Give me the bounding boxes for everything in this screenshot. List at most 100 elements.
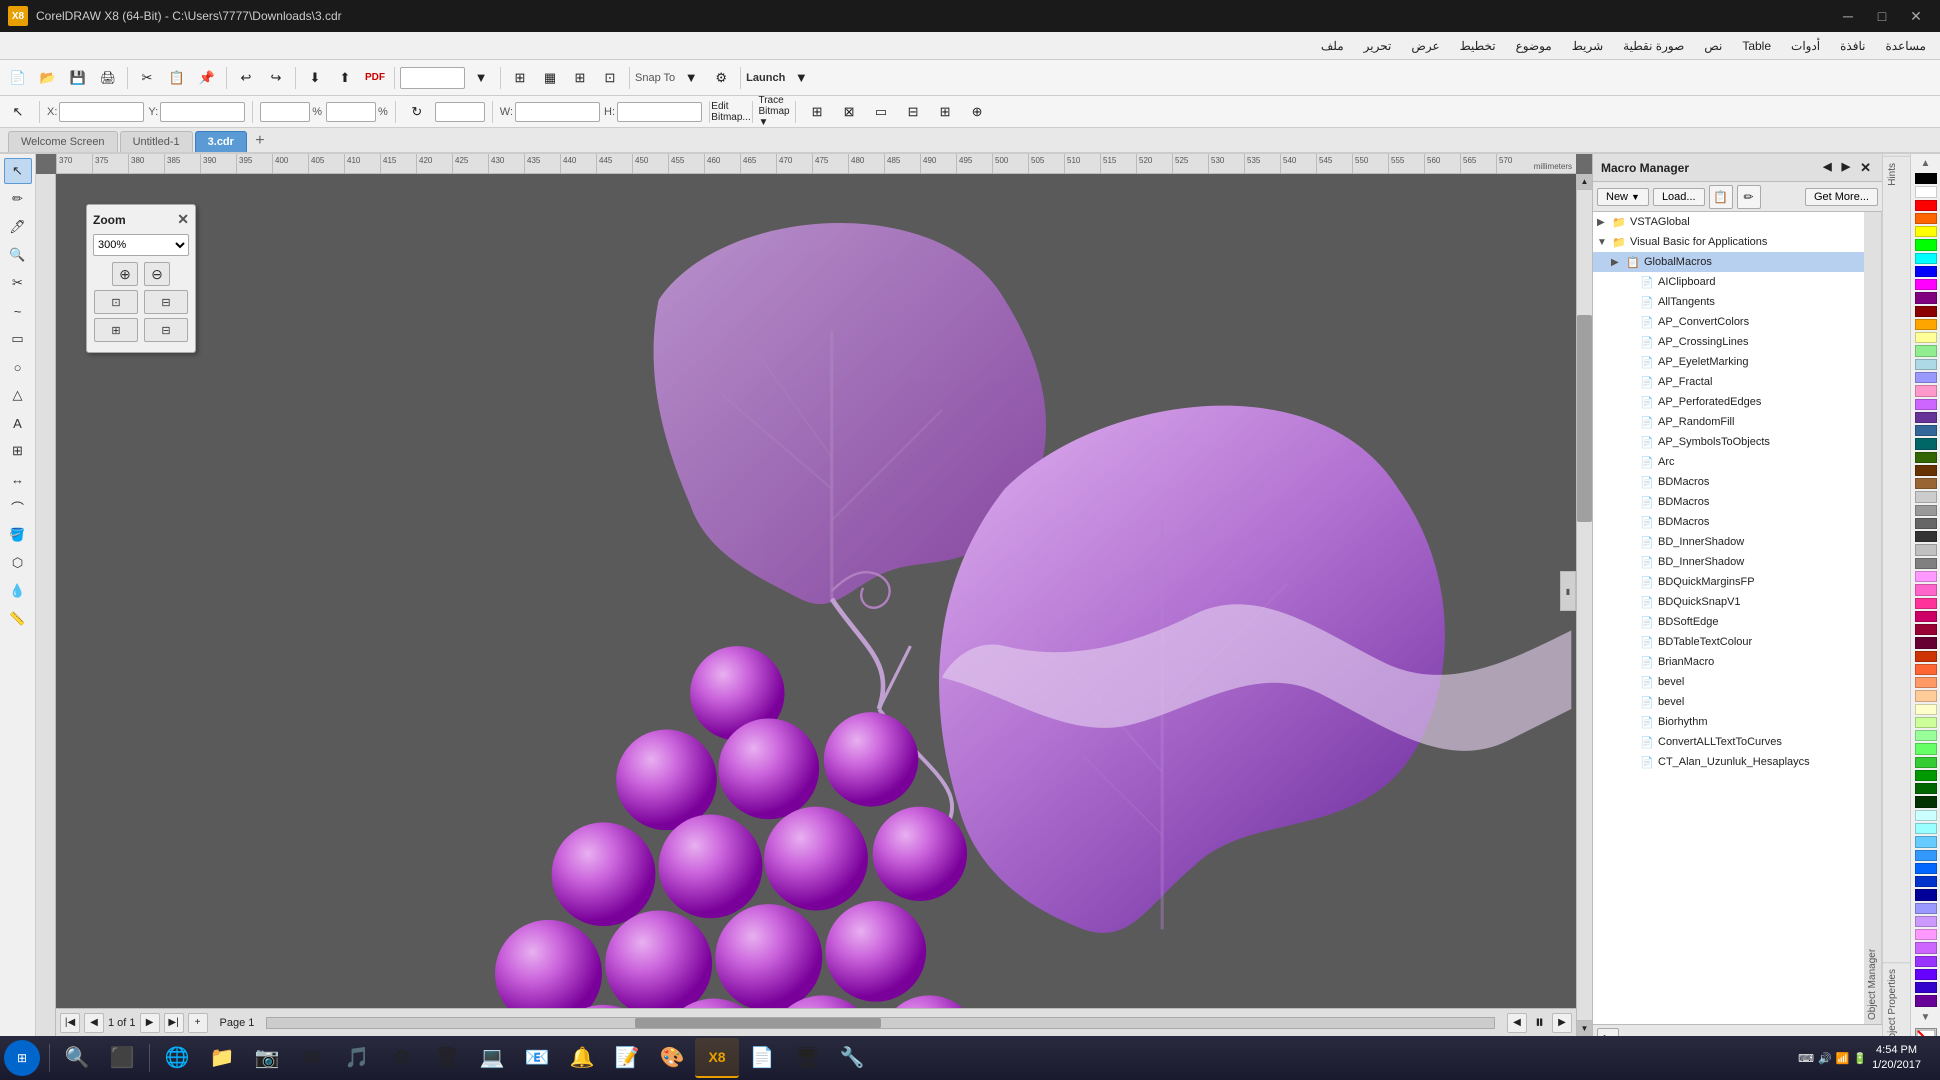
color-swatch[interactable] (1915, 584, 1937, 595)
freehand-tool[interactable]: ✏ (4, 186, 32, 212)
table-tool[interactable]: ⊞ (4, 438, 32, 464)
macro-copy-btn[interactable]: 📋 (1709, 185, 1733, 209)
taskbar-app9[interactable]: 📧 (515, 1038, 559, 1078)
macro-tree[interactable]: ▶📁VSTAGlobal▼📁Visual Basic for Applicati… (1593, 212, 1864, 1024)
zoom-in-btn[interactable]: ⊕ (112, 262, 138, 286)
tree-item[interactable]: 📄BDMacros (1593, 492, 1864, 512)
ellipse-tool[interactable]: ○ (4, 354, 32, 380)
full-screen-btn[interactable]: ⊞ (506, 65, 534, 91)
color-swatch[interactable] (1915, 213, 1937, 224)
color-swatch[interactable] (1915, 810, 1937, 821)
zoom-select[interactable]: 100%200%300%400%500%800%Fit PageFit Widt… (93, 234, 189, 256)
scroll-down-btn[interactable]: ▼ (1577, 1020, 1592, 1036)
tree-item[interactable]: 📄CT_Alan_Uzunluk_Hesaplaycs (1593, 752, 1864, 772)
export-button[interactable]: ⬆ (331, 65, 359, 91)
taskbar-ie[interactable]: 🌐 (155, 1038, 199, 1078)
taskbar-app14[interactable]: 🖥 (785, 1038, 829, 1078)
color-swatch[interactable] (1915, 637, 1937, 648)
color-swatch[interactable] (1915, 253, 1937, 264)
pct2-input[interactable]: 100.0 (326, 102, 376, 122)
color-swatch[interactable] (1915, 863, 1937, 874)
color-swatch[interactable] (1915, 359, 1937, 370)
canvas-area[interactable]: 3703753803853903954004054104154204254304… (36, 154, 1592, 1052)
color-swatch[interactable] (1915, 743, 1937, 754)
eyedropper-tool[interactable]: 💧 (4, 578, 32, 604)
macro-edit-btn[interactable]: ✏ (1737, 185, 1761, 209)
print-button[interactable]: 🖨 (94, 65, 122, 91)
taskbar-clock[interactable]: 4:54 PM 1/20/2017 (1872, 1043, 1929, 1074)
color-swatch[interactable] (1915, 399, 1937, 410)
tree-item[interactable]: 📄AP_PerforatedEdges (1593, 392, 1864, 412)
minimize-button[interactable]: ─ (1832, 2, 1864, 30)
macro-close-btn[interactable]: ✕ (1857, 160, 1874, 176)
tree-item[interactable]: ▶📁VSTAGlobal (1593, 212, 1864, 232)
poly-tool[interactable]: △ (4, 382, 32, 408)
color-swatch[interactable] (1915, 611, 1937, 622)
color-swatch[interactable] (1915, 903, 1937, 914)
menu-help[interactable]: مساعدة (1875, 35, 1936, 57)
outline-tool[interactable]: 📏 (4, 606, 32, 632)
palette-scroll-up[interactable]: ▲ (1916, 154, 1936, 172)
object-manager-label[interactable]: Object Manager (1864, 212, 1882, 1024)
color-swatch[interactable] (1915, 438, 1937, 449)
undo-button[interactable]: ↩ (232, 65, 260, 91)
color-swatch[interactable] (1915, 876, 1937, 887)
redo-button[interactable]: ↪ (262, 65, 290, 91)
color-swatch[interactable] (1915, 969, 1937, 980)
taskbar-app7[interactable]: 🗑 (425, 1038, 469, 1078)
zoom-fit-width-btn[interactable]: ⊟ (144, 290, 188, 314)
menu-tools[interactable]: أدوات (1781, 35, 1830, 57)
macro-get-more-btn[interactable]: Get More... (1805, 188, 1878, 206)
color-swatch[interactable] (1915, 292, 1937, 303)
mask-btn[interactable]: ▭ (867, 99, 895, 125)
scroll-left-btn[interactable]: ◀ (1507, 1013, 1527, 1033)
x-input[interactable]: 704.722 mm (59, 102, 144, 122)
obj-btn[interactable]: ⊟ (899, 99, 927, 125)
tree-item[interactable]: 📄AIClipboard (1593, 272, 1864, 292)
menu-edit[interactable]: تحرير (1354, 35, 1402, 57)
connector-tool[interactable]: ⌒ (4, 494, 32, 520)
taskbar-app15[interactable]: 🔧 (830, 1038, 874, 1078)
menu-file[interactable]: ملف (1311, 35, 1354, 57)
tree-item[interactable]: 📄bevel (1593, 672, 1864, 692)
h-input[interactable]: 359.5 mm (617, 102, 702, 122)
tree-item[interactable]: 📄AP_ConvertColors (1593, 312, 1864, 332)
pct1-input[interactable]: 100.0 (260, 102, 310, 122)
color-swatch[interactable] (1915, 916, 1937, 927)
show-desktop-btn[interactable] (1930, 1038, 1936, 1078)
tree-item[interactable]: 📄BDMacros (1593, 512, 1864, 532)
menu-layout[interactable]: تخطيط (1450, 35, 1506, 57)
color-swatch[interactable] (1915, 186, 1937, 197)
color-swatch[interactable] (1915, 266, 1937, 277)
menu-effects[interactable]: شريط (1562, 35, 1613, 57)
zoom-input[interactable]: 300% (400, 67, 465, 89)
launch-dropdown[interactable]: ▼ (787, 65, 815, 91)
color-swatch[interactable] (1915, 836, 1937, 847)
tree-item[interactable]: 📄AllTangents (1593, 292, 1864, 312)
page-next-btn[interactable]: ▶ (140, 1013, 160, 1033)
color-swatch[interactable] (1915, 624, 1937, 635)
color-swatch[interactable] (1915, 425, 1937, 436)
taskbar-photos[interactable]: 📷 (245, 1038, 289, 1078)
zoom-close-button[interactable]: ✕ (177, 211, 189, 228)
taskbar-explorer[interactable]: 📁 (200, 1038, 244, 1078)
color-swatch[interactable] (1915, 345, 1937, 356)
horizontal-scrollbar[interactable] (266, 1017, 1495, 1029)
taskbar-coreldraw[interactable]: X8 (695, 1038, 739, 1078)
rotate-btn[interactable]: ↻ (403, 99, 431, 125)
w-input[interactable]: 677.333 mm (515, 102, 600, 122)
color-swatch[interactable] (1915, 544, 1937, 555)
color-swatch[interactable] (1915, 850, 1937, 861)
tree-item[interactable]: 📄bevel (1593, 692, 1864, 712)
macro-nav-right[interactable]: ▶ (1839, 160, 1853, 176)
color-swatch[interactable] (1915, 239, 1937, 250)
taskbar-app11[interactable]: 📝 (605, 1038, 649, 1078)
bitmap-edit-btn[interactable]: Edit Bitmap... (717, 99, 745, 125)
crop-tool[interactable]: ✂ (4, 270, 32, 296)
scroll-right-btn[interactable]: ▶ (1552, 1013, 1572, 1033)
color-swatch[interactable] (1915, 518, 1937, 529)
view-btn2[interactable]: ⊞ (566, 65, 594, 91)
tree-item[interactable]: ▼📁Visual Basic for Applications (1593, 232, 1864, 252)
tree-item[interactable]: 📄ConvertALLTextToCurves (1593, 732, 1864, 752)
more-btn[interactable]: ⊕ (963, 99, 991, 125)
